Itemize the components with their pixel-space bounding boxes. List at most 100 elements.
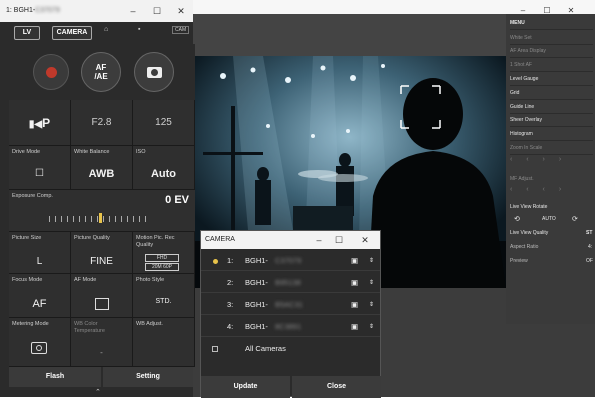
camera-number: 2: xyxy=(227,278,234,287)
camera-dialog: CAMERA – ☐ ✕ 1: BGH1- C37079 ▣ ⇕ 2: BGH1… xyxy=(200,230,381,398)
window-title-blurred: C37079 xyxy=(35,7,60,14)
update-button[interactable]: Update xyxy=(201,376,290,398)
minimize-button[interactable]: – xyxy=(121,0,145,22)
aspect-ratio-value[interactable]: 4: xyxy=(588,244,592,250)
toolbar: LV CAMERA ⌂ ▪ CAM xyxy=(0,22,193,44)
drive-mode-icon: ☐ xyxy=(35,168,44,179)
iso-value: Auto xyxy=(150,168,177,180)
camera-serial-blurred: 8C3891 xyxy=(275,322,302,331)
menu-item-level-gauge[interactable]: Level Gauge xyxy=(510,73,593,86)
photo-style-value: STD. xyxy=(155,298,172,305)
af-mode-label: AF Mode xyxy=(74,277,97,283)
live-view-quality-value[interactable]: ST xyxy=(586,230,592,236)
window-title: 1: BGH1- xyxy=(6,7,36,14)
dialog-close-button[interactable]: ✕ xyxy=(353,229,377,251)
shutter-speed-value: 125 xyxy=(155,117,172,128)
camera-row-2[interactable]: 2: BGH1- B95138 ▣ ⇕ xyxy=(201,273,380,293)
exposure-comp-value: 0 EV xyxy=(165,194,189,206)
chevron-up-icon[interactable]: ⌃ xyxy=(95,388,101,396)
camera-icon xyxy=(147,67,162,78)
aperture-cell[interactable]: F2.8 xyxy=(71,100,133,146)
camera-button[interactable]: CAMERA xyxy=(52,26,92,40)
camera-row-4[interactable]: 4: BGH1- 8C3891 ▣ ⇕ xyxy=(201,317,380,337)
menu-item-guide-line[interactable]: Guide Line xyxy=(510,101,593,114)
picture-quality-cell[interactable]: Picture Quality FINE xyxy=(71,232,133,274)
dialog-titlebar: CAMERA – ☐ ✕ xyxy=(201,231,380,249)
wb-adjust-label: WB Adjust. xyxy=(136,321,163,327)
camera-icon[interactable]: ▣ xyxy=(351,295,358,315)
metering-mode-label: Metering Mode xyxy=(12,321,49,327)
metering-mode-cell[interactable]: Metering Mode xyxy=(9,318,71,367)
wb-color-temp-label: WB Color Temperature xyxy=(74,321,105,334)
menu-panel: MENU White Set AF Area Display 1 Shot AF… xyxy=(506,14,595,324)
photo-style-cell[interactable]: Photo Style STD. xyxy=(133,274,195,318)
shooting-mode-cell[interactable]: ▮◀P xyxy=(9,100,71,146)
drive-mode-cell[interactable]: Drive Mode ☐ xyxy=(9,146,71,190)
reorder-icon[interactable]: ⇕ xyxy=(369,317,374,337)
preview-label: Preview xyxy=(510,258,528,264)
record-button[interactable] xyxy=(33,54,69,90)
camera-row-3[interactable]: 3: BGH1- B5AC31 ▣ ⇕ xyxy=(201,295,380,315)
main-titlebar: – ☐ ✕ xyxy=(193,0,595,15)
shutter-button[interactable] xyxy=(134,52,174,92)
picture-quality-label: Picture Quality xyxy=(74,235,110,241)
exposure-indicator xyxy=(99,213,102,223)
close-dialog-button[interactable]: Close xyxy=(292,376,381,398)
zoom-arrows[interactable]: ‹ ‹ › › xyxy=(510,156,593,170)
action-row: AF /AE xyxy=(9,44,195,100)
setting-button[interactable]: Setting xyxy=(103,367,193,387)
rotate-left-icon[interactable]: ⟲ xyxy=(514,215,520,223)
motion-rec-quality-cell[interactable]: Motion Pic. Rec Quality FHD 20M 60P xyxy=(133,232,195,274)
video-mode-icon[interactable]: ▪ xyxy=(138,26,140,33)
camera-row-1[interactable]: 1: BGH1- C37079 ▣ ⇕ xyxy=(201,251,380,271)
camera-number: 1: xyxy=(227,256,234,265)
reorder-icon[interactable]: ⇕ xyxy=(369,251,374,271)
reorder-icon[interactable]: ⇕ xyxy=(369,295,374,315)
preview-value[interactable]: OF xyxy=(586,258,593,264)
menu-item-zoom-in-scale[interactable]: Zoom In Scale xyxy=(510,142,593,155)
menu-item-white-set[interactable]: White Set xyxy=(510,32,593,45)
dialog-title: CAMERA xyxy=(205,236,235,243)
shutter-speed-cell[interactable]: 125 xyxy=(133,100,195,146)
mf-arrows[interactable]: ‹ ‹ ‹ › xyxy=(510,186,593,200)
camera-name: BGH1- xyxy=(245,278,268,287)
camera-icon[interactable]: ▣ xyxy=(351,251,358,271)
exposure-comp-cell[interactable]: Exposure Comp. 0 EV xyxy=(9,190,195,232)
close-button[interactable]: ✕ xyxy=(169,0,193,22)
picture-quality-value: FINE xyxy=(90,256,113,267)
white-balance-label: White Balance xyxy=(74,149,110,155)
menu-item-af-area-display[interactable]: AF Area Display xyxy=(510,45,593,58)
menu-title: MENU xyxy=(510,17,593,30)
menu-item-1-shot-af[interactable]: 1 Shot AF xyxy=(510,59,593,72)
tally-icon: CAM xyxy=(172,26,190,34)
camera-serial-blurred: B5AC31 xyxy=(275,300,303,309)
wb-adjust-cell[interactable]: WB Adjust. xyxy=(133,318,195,367)
af-ae-button[interactable]: AF /AE xyxy=(81,52,121,92)
white-balance-cell[interactable]: White Balance AWB xyxy=(71,146,133,190)
rotate-auto-button[interactable]: AUTO xyxy=(542,216,556,222)
lv-button[interactable]: LV xyxy=(14,26,40,40)
camera-icon[interactable]: ▣ xyxy=(351,273,358,293)
photo-style-label: Photo Style xyxy=(136,277,165,283)
shooting-mode-letter: P xyxy=(42,116,51,130)
camera-icon[interactable]: ▣ xyxy=(351,317,358,337)
rotate-right-icon[interactable]: ⟳ xyxy=(572,215,578,223)
photo-mode-icon[interactable]: ⌂ xyxy=(104,26,108,33)
focus-mode-cell[interactable]: Focus Mode AF xyxy=(9,274,71,318)
reorder-icon[interactable]: ⇕ xyxy=(369,273,374,293)
all-cameras-checkbox[interactable] xyxy=(212,346,218,352)
focus-mode-value: AF xyxy=(32,298,47,310)
maximize-button[interactable]: ☐ xyxy=(145,0,169,22)
menu-item-histogram[interactable]: Histogram xyxy=(510,128,593,141)
all-cameras-row[interactable]: All Cameras xyxy=(201,339,380,359)
mf-adjust-label: MF Adjust. xyxy=(510,176,534,182)
picture-size-cell[interactable]: Picture Size L xyxy=(9,232,71,274)
dialog-maximize-button[interactable]: ☐ xyxy=(327,229,351,251)
af-mode-cell[interactable]: AF Mode xyxy=(71,274,133,318)
menu-item-sheer-overlay[interactable]: Sheer Overlay xyxy=(510,114,593,127)
wb-color-temp-cell[interactable]: WB Color Temperature - xyxy=(71,318,133,367)
menu-item-grid[interactable]: Grid xyxy=(510,87,593,100)
iso-cell[interactable]: ISO Auto xyxy=(133,146,195,190)
flash-button[interactable]: Flash xyxy=(9,367,101,387)
iso-label: ISO xyxy=(136,149,146,155)
